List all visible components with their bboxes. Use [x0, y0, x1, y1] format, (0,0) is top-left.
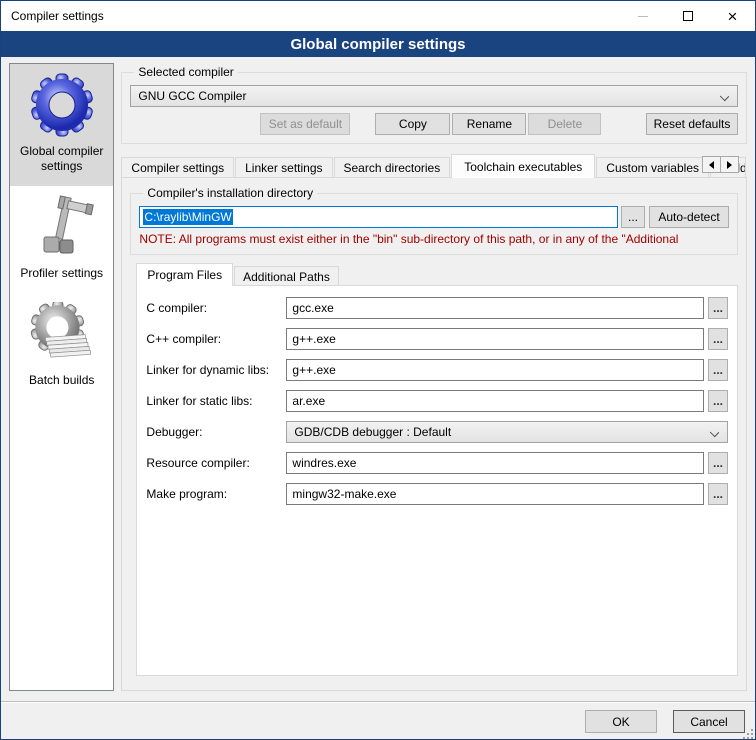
resource-compiler-row: Resource compiler: ... — [146, 452, 728, 474]
dynamic-linker-browse-button[interactable]: ... — [708, 359, 728, 381]
cpp-compiler-label: C++ compiler: — [146, 332, 286, 346]
make-program-row: Make program: ... — [146, 483, 728, 505]
static-linker-row: Linker for static libs: ... — [146, 390, 728, 412]
cpp-compiler-browse-button[interactable]: ... — [708, 328, 728, 350]
tab-search-directories[interactable]: Search directories — [334, 157, 451, 178]
close-button[interactable]: × — [710, 1, 755, 31]
debugger-select-value: GDB/CDB debugger : Default — [294, 425, 451, 439]
debugger-select[interactable]: GDB/CDB debugger : Default — [286, 421, 728, 443]
dynamic-linker-row: Linker for dynamic libs: ... — [146, 359, 728, 381]
dialog-header-title: Global compiler settings — [290, 36, 465, 53]
chevron-down-icon — [710, 428, 719, 437]
c-compiler-browse-button[interactable]: ... — [708, 297, 728, 319]
make-program-browse-button[interactable]: ... — [708, 483, 728, 505]
sidebar-item-batch-builds[interactable]: Batch builds — [10, 293, 113, 400]
dynamic-linker-input[interactable] — [286, 359, 704, 381]
resize-grip[interactable] — [743, 729, 753, 739]
static-linker-browse-button[interactable]: ... — [708, 390, 728, 412]
close-icon: × — [728, 8, 738, 25]
sidebar-item-profiler-settings[interactable]: Profiler settings — [10, 186, 113, 293]
installation-directory-browse-button[interactable]: ... — [621, 206, 645, 228]
arrow-left-icon — [709, 161, 714, 169]
compiler-select-value: GNU GCC Compiler — [138, 89, 246, 103]
blue-gear-icon — [30, 73, 94, 137]
resource-compiler-label: Resource compiler: — [146, 456, 286, 470]
c-compiler-row: C compiler: ... — [146, 297, 728, 319]
dialog-header: Global compiler settings — [1, 31, 755, 57]
resource-compiler-input[interactable] — [286, 452, 704, 474]
tab-program-files[interactable]: Program Files — [136, 263, 233, 286]
set-as-default-button[interactable]: Set as default — [260, 113, 350, 135]
window-title: Compiler settings — [1, 9, 620, 23]
tab-compiler-settings[interactable]: Compiler settings — [121, 157, 234, 178]
c-compiler-label: C compiler: — [146, 301, 286, 315]
caliper-icon — [30, 195, 94, 259]
chevron-down-icon — [720, 92, 729, 101]
toolchain-executables-page: Compiler's installation directory C:\ray… — [121, 177, 747, 691]
selected-compiler-legend: Selected compiler — [134, 65, 237, 79]
rename-button[interactable]: Rename — [452, 113, 526, 135]
copy-button[interactable]: Copy — [375, 113, 450, 135]
selected-compiler-group: Selected compiler GNU GCC Compiler Set a… — [121, 65, 747, 144]
cancel-button[interactable]: Cancel — [673, 710, 745, 733]
ok-button[interactable]: OK — [585, 710, 657, 733]
tab-linker-settings[interactable]: Linker settings — [235, 157, 332, 178]
tab-toolchain-executables[interactable]: Toolchain executables — [451, 154, 595, 178]
sidebar-item-global-compiler-settings[interactable]: Global compiler settings — [10, 64, 113, 186]
title-bar: Compiler settings × — [1, 1, 755, 31]
resource-compiler-browse-button[interactable]: ... — [708, 452, 728, 474]
sidebar-item-label: Profiler settings — [20, 266, 103, 281]
installation-directory-group: Compiler's installation directory C:\ray… — [130, 186, 738, 255]
cpp-compiler-input[interactable] — [286, 328, 704, 350]
installation-directory-input[interactable]: C:\raylib\MinGW — [139, 206, 618, 228]
settings-category-list: Global compiler settings — [9, 63, 114, 691]
installation-directory-value: C:\raylib\MinGW — [143, 209, 232, 225]
installation-directory-legend: Compiler's installation directory — [143, 186, 317, 200]
tab-additional-paths[interactable]: Additional Paths — [234, 266, 339, 286]
tab-scroll-right-button[interactable] — [720, 156, 739, 173]
sidebar-item-label: Batch builds — [29, 373, 94, 388]
compiler-settings-dialog: Compiler settings × Global compiler sett… — [0, 0, 756, 740]
tab-scroll-left-button[interactable] — [702, 156, 721, 173]
dialog-footer: OK Cancel — [1, 701, 755, 740]
debugger-label: Debugger: — [146, 425, 286, 439]
minimize-button — [620, 1, 665, 31]
compiler-select[interactable]: GNU GCC Compiler — [130, 85, 738, 107]
dynamic-linker-label: Linker for dynamic libs: — [146, 363, 286, 377]
arrow-right-icon — [727, 161, 732, 169]
sidebar-item-label: Global compiler settings — [12, 144, 111, 174]
program-files-tabbar: Program Files Additional Paths — [136, 263, 738, 286]
program-files-notebook: Program Files Additional Paths C compile… — [136, 263, 738, 676]
compiler-settings-tabbar: Compiler settings Linker settings Search… — [121, 154, 747, 178]
tab-custom-variables[interactable]: Custom variables — [596, 157, 709, 178]
delete-button[interactable]: Delete — [528, 113, 601, 135]
program-files-page: C compiler: ... C++ compiler: ... Linker… — [136, 285, 738, 676]
static-linker-input[interactable] — [286, 390, 704, 412]
debugger-row: Debugger: GDB/CDB debugger : Default — [146, 421, 728, 443]
make-program-label: Make program: — [146, 487, 286, 501]
minimize-icon — [638, 16, 648, 17]
maximize-icon — [683, 11, 693, 21]
reset-defaults-button[interactable]: Reset defaults — [646, 113, 738, 135]
maximize-button[interactable] — [665, 1, 710, 31]
static-linker-label: Linker for static libs: — [146, 394, 286, 408]
c-compiler-input[interactable] — [286, 297, 704, 319]
cpp-compiler-row: C++ compiler: ... — [146, 328, 728, 350]
gear-stack-icon — [30, 302, 94, 366]
make-program-input[interactable] — [286, 483, 704, 505]
auto-detect-button[interactable]: Auto-detect — [649, 206, 729, 228]
installation-directory-note: NOTE: All programs must exist either in … — [139, 232, 729, 246]
